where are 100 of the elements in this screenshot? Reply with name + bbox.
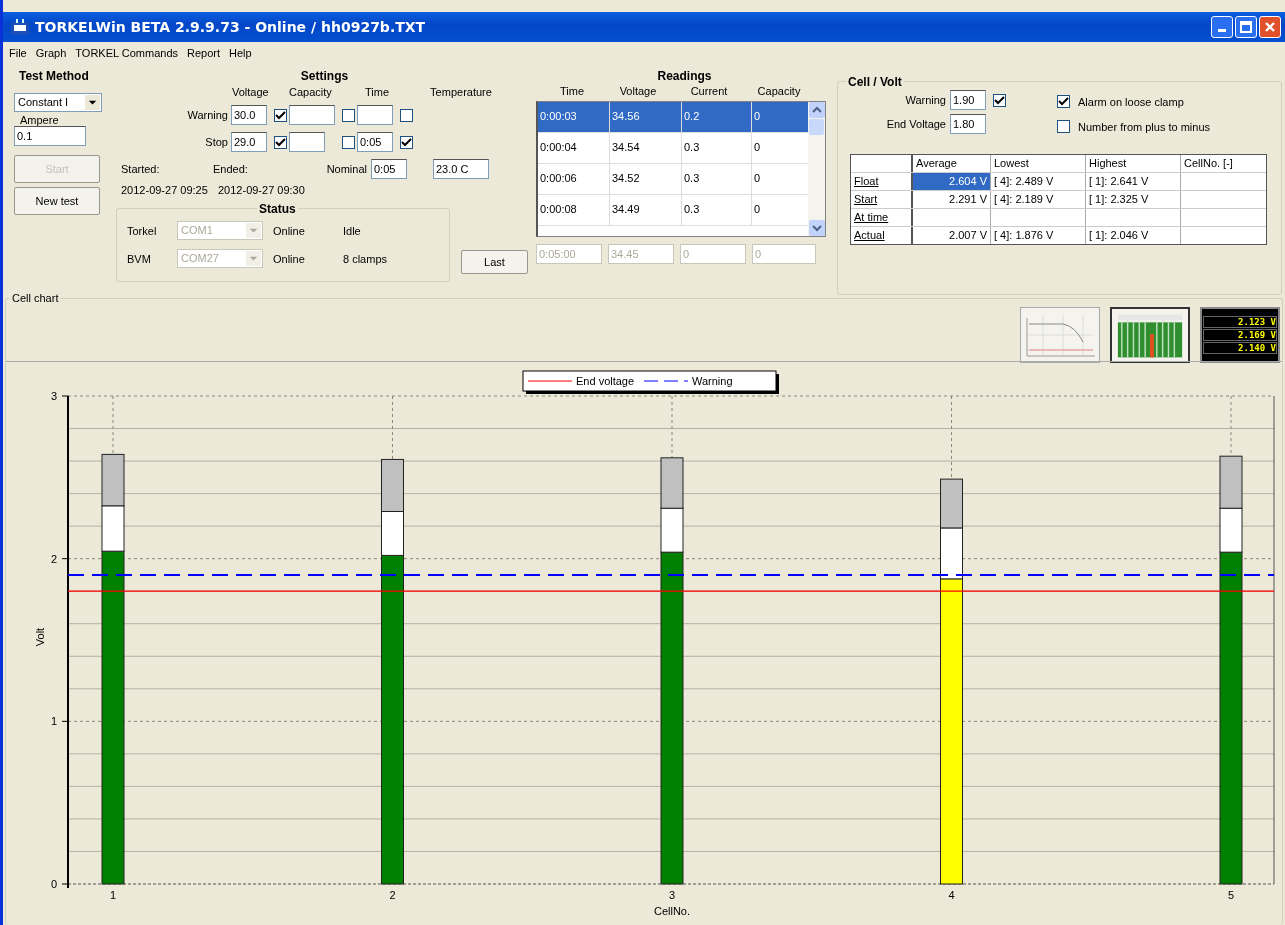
connection-status: Online	[273, 252, 306, 265]
row-header[interactable]: Start	[851, 191, 913, 208]
legend-line-icon	[527, 380, 573, 382]
checkbox[interactable]	[400, 108, 413, 122]
action-button[interactable]: New test	[14, 187, 100, 215]
checkbox[interactable]	[274, 108, 287, 122]
checkbox[interactable]	[1057, 95, 1070, 108]
close-icon	[1264, 21, 1276, 33]
column-header: Lowest	[991, 155, 1086, 172]
table-cell: [ 1]: 2.046 V	[1086, 227, 1181, 244]
menu-item[interactable]: Report	[187, 47, 221, 59]
table-row[interactable]: 0:00:03 34.56 0.2 0	[538, 102, 808, 133]
method-dropdown[interactable]: Constant I	[14, 93, 102, 112]
table-cell: 34.54	[610, 133, 682, 163]
column-header: Average	[913, 155, 991, 172]
last-button[interactable]: Last	[461, 250, 528, 274]
scrollbar-thumb[interactable]	[809, 119, 824, 135]
start-time: 2012-09-27 09:25	[121, 184, 209, 196]
group-title: Cell chart	[10, 292, 61, 304]
axis-label: 0	[50, 878, 57, 890]
table-cell: [ 4]: 2.489 V	[991, 173, 1086, 190]
digital-view-button[interactable]: 2.123 V 2.169 V 2.140 V	[1200, 307, 1280, 363]
table-cell: 34.56	[610, 102, 682, 132]
device-label: Torkel	[127, 224, 158, 237]
table-cell-text: 0	[753, 202, 762, 217]
legend-line-icon	[643, 380, 689, 382]
axis-label: 5	[1227, 889, 1235, 901]
column-header: Time	[558, 85, 585, 97]
column-header: CellNo. [-]	[1183, 156, 1234, 171]
field-label: Started:	[120, 163, 161, 175]
minimize-icon	[1218, 28, 1226, 32]
checkbox[interactable]	[274, 135, 287, 149]
menu-item[interactable]: File	[9, 47, 27, 59]
input-field[interactable]	[289, 105, 335, 125]
checkbox[interactable]	[993, 93, 1006, 107]
column-header: Temperature	[429, 86, 493, 98]
field-label: Nominal	[325, 163, 368, 175]
checkbox[interactable]	[400, 135, 413, 149]
minimize-button[interactable]	[1211, 16, 1233, 38]
bar-view-button[interactable]	[1110, 307, 1190, 363]
input-field[interactable]: 30.0	[231, 105, 267, 125]
column-header: Current	[689, 85, 729, 97]
device-label: BVM	[127, 252, 152, 265]
legend-label: End voltage	[576, 375, 635, 387]
connection-status: Online	[273, 224, 306, 237]
table-cell: 2.291 V	[913, 191, 991, 208]
input-field[interactable]: 29.0	[231, 132, 267, 152]
checkbox[interactable]	[1057, 120, 1070, 133]
row-header[interactable]: Actual	[851, 227, 913, 244]
input-field[interactable]: 1.90	[950, 90, 986, 110]
input-field[interactable]: 0.1	[14, 126, 86, 146]
table-cell-text: 0	[753, 171, 762, 186]
table-cell: 0:00:04	[538, 133, 610, 163]
axis-label: 2	[389, 889, 396, 901]
section-title: Test Method	[18, 69, 90, 83]
table-cell: 0:00:03	[538, 102, 610, 132]
axis-label: 2	[50, 552, 57, 565]
checkbox[interactable]	[342, 135, 355, 149]
row-header[interactable]: At time	[851, 209, 913, 226]
checkbox[interactable]	[342, 108, 355, 122]
table-cell-text: 0	[753, 109, 762, 124]
app-icon	[11, 19, 29, 35]
menu-item[interactable]: TORKEL Commands	[75, 47, 178, 59]
input-field[interactable]: 23.0 C	[433, 159, 489, 179]
axis-label: 1	[50, 715, 57, 728]
table-row[interactable]: 0:00:06 34.52 0.3 0	[538, 164, 808, 195]
menu-item[interactable]: Graph	[35, 47, 67, 59]
end-time: 2012-09-27 09:30	[218, 184, 305, 196]
table-cell: 0.3	[682, 195, 752, 225]
scrollbar[interactable]	[808, 102, 825, 236]
table-row[interactable]: 0:00:08 34.49 0.3 0	[538, 195, 808, 226]
scroll-up-icon[interactable]	[808, 102, 825, 118]
input-field[interactable]: 0:05	[371, 159, 407, 179]
table-cell: 2.007 V	[913, 227, 991, 244]
axis-title: CellNo.	[653, 905, 691, 917]
maximize-icon	[1240, 21, 1252, 33]
column-header: Highest	[1086, 155, 1181, 172]
input-field[interactable]	[289, 132, 325, 152]
table-cell: 0.3	[682, 133, 752, 163]
input-field[interactable]	[357, 105, 393, 125]
close-button[interactable]	[1259, 16, 1281, 38]
field-label: Warning	[904, 94, 947, 106]
column-header: Time	[364, 86, 391, 98]
axis-label: 1	[109, 889, 117, 901]
maximize-button[interactable]	[1235, 16, 1257, 38]
voltage-readout: 2.123 V	[1203, 316, 1277, 328]
input-field[interactable]: 0:05	[357, 132, 393, 152]
column-header: Capacity	[756, 85, 802, 97]
menu-item[interactable]: Help	[229, 47, 252, 59]
field-label: Ampere	[20, 114, 60, 126]
scroll-down-icon[interactable]	[808, 220, 825, 236]
table-row[interactable]: 0:00:04 34.54 0.3 0	[538, 133, 808, 164]
table-cell-text: 0	[753, 140, 762, 155]
device-info: Idle	[343, 224, 361, 237]
input-field[interactable]: 1.80	[950, 114, 986, 134]
field-label: End Voltage	[885, 118, 947, 130]
table-cell: 0.3	[682, 164, 752, 194]
column-header: Capacity	[289, 86, 333, 98]
voltage-readout: 2.140 V	[1203, 342, 1277, 354]
table-cell: 0:00:06	[538, 164, 610, 194]
